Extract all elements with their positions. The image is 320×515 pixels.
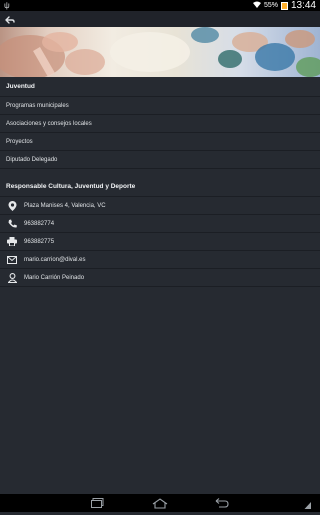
phone-icon — [6, 218, 18, 230]
action-bar — [0, 11, 320, 27]
menu-overflow-icon[interactable] — [304, 497, 312, 509]
back-nav-icon[interactable] — [214, 497, 230, 509]
battery-icon — [280, 1, 288, 10]
person-icon — [6, 272, 18, 284]
phone-row[interactable]: 963882774 — [0, 215, 320, 233]
recent-apps-icon[interactable] — [90, 497, 106, 509]
phone-text: 963882774 — [24, 220, 55, 227]
email-row[interactable]: mario.carrion@dival.es — [0, 251, 320, 269]
email-text: mario.carrion@dival.es — [24, 256, 86, 263]
address-row[interactable]: Plaza Manises 4, Valencia, VC — [0, 197, 320, 215]
battery-percent: 55% — [263, 2, 278, 9]
address-text: Plaza Manises 4, Valencia, VC — [24, 202, 106, 209]
section-juventud: Juventud Programas municipales Asociacio… — [0, 77, 320, 169]
usb-icon: ψ — [4, 1, 10, 10]
fax-text: 963882775 — [24, 238, 55, 245]
printer-icon — [6, 236, 18, 248]
person-text: Mario Carrión Peinado — [24, 274, 85, 281]
list-item-diputado[interactable]: Diputado Delegado — [0, 151, 320, 169]
wifi-icon — [252, 1, 261, 10]
fax-row[interactable]: 963882775 — [0, 233, 320, 251]
navigation-bar — [0, 494, 320, 512]
banner-image — [0, 27, 320, 77]
section-responsable: Responsable Cultura, Juventud y Deporte … — [0, 177, 320, 287]
person-row[interactable]: Mario Carrión Peinado — [0, 269, 320, 287]
status-right: 55% 13:44 — [252, 0, 316, 11]
home-icon[interactable] — [152, 497, 168, 509]
section-title: Juventud — [0, 77, 320, 97]
mail-icon — [6, 254, 18, 266]
location-pin-icon — [6, 200, 18, 212]
list-item-proyectos[interactable]: Proyectos — [0, 133, 320, 151]
status-bar: ψ 55% 13:44 — [0, 0, 320, 11]
section-title: Responsable Cultura, Juventud y Deporte — [0, 177, 320, 197]
list-item-asociaciones[interactable]: Asociaciones y consejos locales — [0, 115, 320, 133]
clock: 13:44 — [290, 0, 316, 11]
back-icon[interactable] — [4, 13, 16, 25]
list-item-programas[interactable]: Programas municipales — [0, 97, 320, 115]
